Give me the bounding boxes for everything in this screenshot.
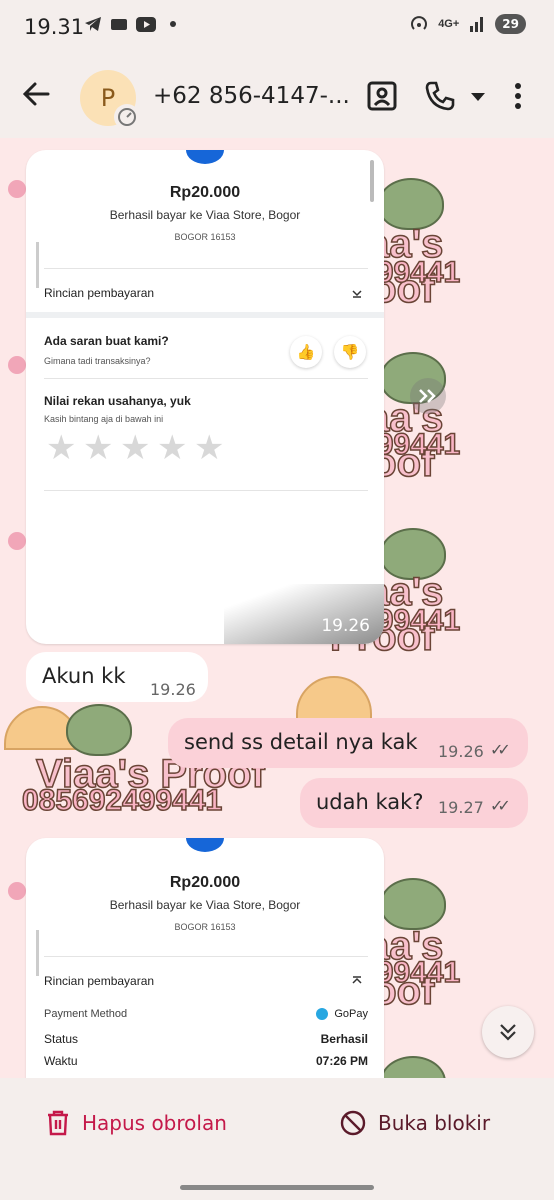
home-indicator[interactable] — [180, 1185, 374, 1190]
receipt-amount: Rp20.000 — [169, 184, 241, 201]
detail-label: Status — [44, 1032, 79, 1046]
scroll-to-bottom-button[interactable] — [482, 1006, 534, 1058]
umbrella-icon — [296, 676, 372, 720]
message-text: send ss detail nya kak — [184, 730, 418, 754]
youtube-icon — [136, 16, 156, 32]
frog-sticker-icon — [380, 878, 446, 930]
chat-area[interactable]: Viaa's Proof 085692499441 Viaa's Proof 0… — [0, 138, 554, 1078]
unblock-label: Buka blokir — [378, 1111, 491, 1135]
frog-sticker-icon — [380, 1056, 446, 1078]
receipt-merchant: Berhasil bayar ke Viaa Store, Bogor — [109, 898, 301, 912]
feedback-subtitle: Gimana tadi transaksinya? — [44, 356, 151, 366]
detail-value: 07:26 PM — [315, 1054, 368, 1068]
chevron-down-icon[interactable] — [470, 92, 486, 102]
battery-level: 29 — [495, 14, 526, 34]
message-text: Akun kk — [42, 664, 126, 688]
expand-icon — [352, 290, 362, 298]
scroll-marker — [36, 930, 39, 976]
trash-icon — [48, 1110, 68, 1136]
payment-method-value: GoPay — [334, 1008, 368, 1020]
message-time: 19.26 — [150, 680, 196, 699]
payment-details-label: Rincian pembayaran — [44, 286, 155, 300]
flower-icon — [8, 180, 26, 198]
receipt-image-2[interactable]: Rp20.000 Berhasil bayar ke Viaa Store, B… — [26, 838, 384, 1078]
delete-chat-button[interactable]: Hapus obrolan — [46, 1110, 227, 1136]
avatar-letter: P — [100, 84, 116, 112]
more-options-icon[interactable] — [514, 82, 522, 110]
message-time: 19.27 — [438, 798, 484, 817]
rate-title: Nilai rekan usahanya, yuk — [44, 394, 191, 408]
status-time: 19.31 — [24, 15, 85, 39]
detail-label: Waktu — [44, 1054, 78, 1068]
watermark-number: 085692499441 — [21, 783, 223, 818]
feedback-title: Ada saran buat kami? — [44, 334, 169, 348]
receipt-amount: Rp20.000 — [169, 874, 241, 891]
contact-card-icon[interactable] — [366, 80, 398, 112]
message-text: udah kak? — [316, 790, 424, 814]
double-check-icon: ✓✓ — [490, 796, 511, 815]
flower-icon — [8, 532, 26, 550]
delete-chat-label: Hapus obrolan — [82, 1111, 227, 1135]
back-arrow-icon[interactable] — [22, 80, 50, 108]
thumbs-down-icon: 👎 — [334, 336, 366, 368]
network-type: 4G+ — [438, 18, 460, 30]
payment-logo-icon — [186, 150, 224, 164]
outgoing-message[interactable]: send ss detail nya kak 19.26 ✓✓ — [168, 718, 528, 768]
frog-sticker-icon — [66, 704, 132, 756]
flower-icon — [8, 882, 26, 900]
block-icon — [340, 1110, 366, 1136]
unblock-button[interactable]: Buka blokir — [340, 1110, 490, 1136]
star-icon: ★ — [157, 429, 188, 467]
wallet-icon — [111, 19, 127, 30]
collapse-icon — [352, 976, 362, 984]
signal-icon — [470, 17, 484, 32]
double-chevron-down-icon — [500, 1024, 516, 1041]
detail-value: Berhasil — [320, 1032, 368, 1046]
rate-subtitle: Kasih bintang aja di bawah ini — [44, 414, 164, 424]
outgoing-message[interactable]: udah kak? 19.27 ✓✓ — [300, 778, 528, 828]
star-icon: ★ — [120, 429, 151, 467]
star-icon: ★ — [46, 429, 77, 467]
status-bar: 19.31 4G+ 29 — [0, 0, 554, 56]
flower-icon — [8, 356, 26, 374]
detail-value: GoPay — [316, 1008, 368, 1020]
payment-logo-icon — [186, 838, 224, 852]
contact-name[interactable]: +62 856-4147-... — [153, 83, 350, 109]
receipt-image-1[interactable]: Rp20.000 Berhasil bayar ke Viaa Store, B… — [26, 150, 384, 644]
receipt-postal: BOGOR 16153 — [174, 922, 236, 932]
message-time: 19.26 — [438, 742, 484, 761]
receipt-postal: BOGOR 16153 — [174, 232, 236, 242]
star-icon: ★ — [83, 429, 114, 467]
scrollbar[interactable] — [370, 160, 374, 202]
receipt-merchant: Berhasil bayar ke Viaa Store, Bogor — [109, 208, 301, 222]
scroll-marker — [36, 242, 39, 288]
hotspot-icon — [411, 16, 428, 30]
star-icon: ★ — [194, 429, 225, 467]
blocked-actions-bar: Hapus obrolan Buka blokir — [0, 1078, 554, 1200]
detail-label: Payment Method — [44, 1008, 128, 1020]
forward-icon[interactable] — [410, 378, 446, 414]
thumbs-up-icon: 👍 — [290, 336, 322, 368]
telegram-icon — [85, 17, 101, 31]
message-time: 19.26 — [321, 616, 370, 636]
phone-call-icon[interactable] — [424, 80, 456, 112]
incoming-message[interactable]: Akun kk 19.26 — [26, 652, 208, 702]
chat-header: P +62 856-4147-... — [0, 56, 554, 138]
double-check-icon: ✓✓ — [490, 740, 511, 759]
notification-dot-icon — [170, 21, 176, 27]
payment-details-label: Rincian pembayaran — [44, 974, 155, 988]
timer-badge-icon — [114, 104, 140, 130]
gopay-icon — [316, 1008, 329, 1020]
